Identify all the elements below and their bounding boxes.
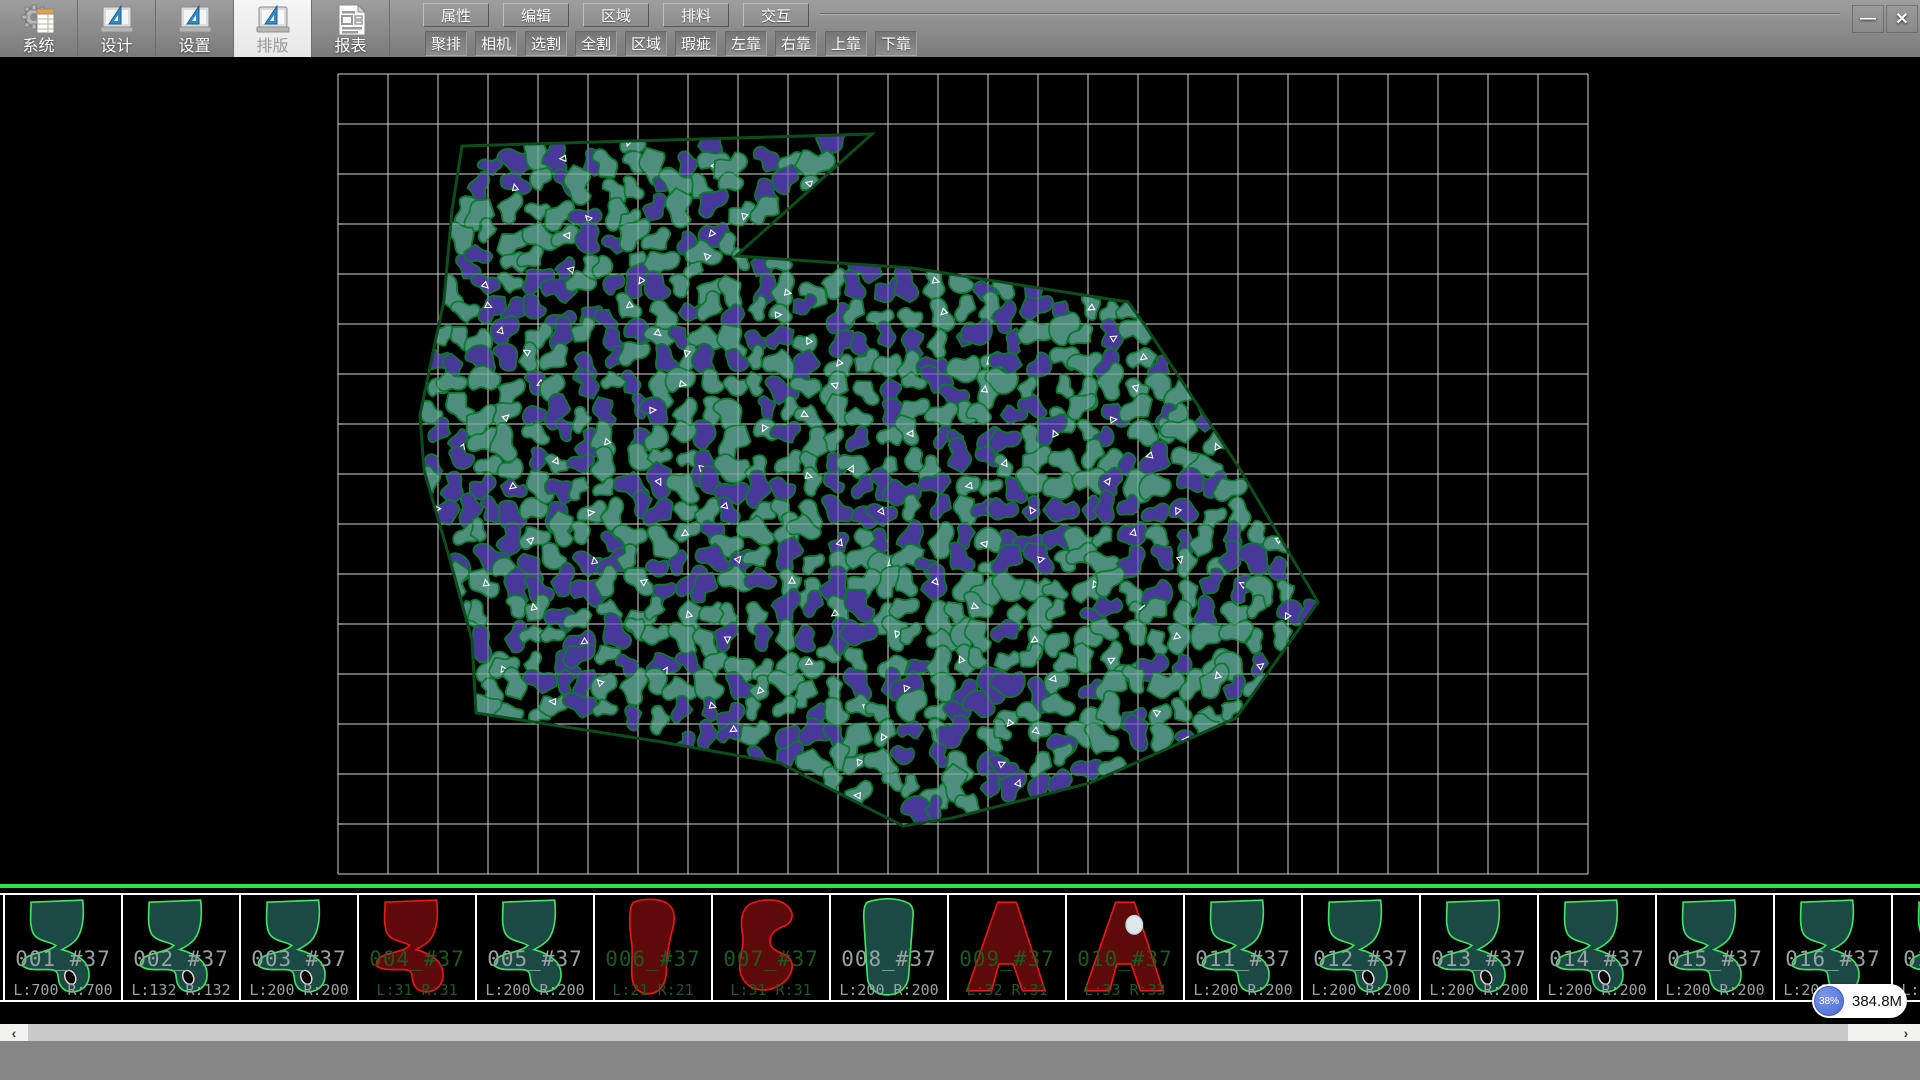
progress-percent-circle: 38% <box>1814 986 1844 1016</box>
piece-name: 011_#37 <box>1185 947 1301 971</box>
spreadsheet-icon <box>37 9 54 33</box>
piece-name: 008_#37 <box>831 947 947 971</box>
piece-thumbnail[interactable]: 001_#37 L:700 R:700 <box>3 895 121 1000</box>
piece-thumbnail[interactable]: 015_#37 L:200 R:200 <box>1655 895 1773 1000</box>
main-toolbar: 系统 设计 <box>0 0 1920 58</box>
scrollbar-thumb[interactable] <box>28 1024 1848 1041</box>
piece-name: 009_#37 <box>949 947 1065 971</box>
app-tab-label: 设置 <box>178 38 210 56</box>
piece-thumbnail[interactable]: 014_#37 L:200 R:200 <box>1537 895 1655 1000</box>
piece-name: 005_#37 <box>477 947 593 971</box>
piece-thumbnail[interactable]: 011_#37 L:200 R:200 <box>1183 895 1301 1000</box>
ribbon-button[interactable]: 选割 <box>525 31 567 56</box>
menu-tab-region[interactable]: 区域 <box>583 3 649 27</box>
piece-thumbnail[interactable]: 004_#37 L:31 R:31 <box>357 895 475 1000</box>
strip-top-line <box>0 884 1920 888</box>
piece-lr-count: L:200 R:200 <box>477 981 593 999</box>
app-tab-design[interactable]: 设计 <box>78 0 156 57</box>
ribbon-button[interactable]: 全割 <box>575 31 617 56</box>
piece-lr-count: L:31 R:31 <box>713 981 829 999</box>
piece-thumbnail[interactable]: 012_#37 L:200 R:200 <box>1301 895 1419 1000</box>
app-tab-settings[interactable]: 设置 <box>156 0 234 57</box>
piece-lr-count: L:33 R:33 <box>1067 981 1183 999</box>
piece-lr-count: L:132 R:132 <box>123 981 239 999</box>
piece-name: 006_#37 <box>595 947 711 971</box>
scroll-left-arrow-icon[interactable]: ‹ <box>0 1024 28 1041</box>
nesting-canvas-viewport[interactable] <box>0 57 1920 884</box>
piece-lr-count: L:200 R:200 <box>1185 981 1301 999</box>
progress-badge: 38% 384.8M <box>1812 984 1907 1018</box>
piece-thumbnail[interactable]: 013_#37 L:200 R:200 <box>1419 895 1537 1000</box>
piece-name: 014_#37 <box>1539 947 1655 971</box>
ribbon-button[interactable]: 瑕疵 <box>675 31 717 56</box>
piece-name: 004_#37 <box>359 947 475 971</box>
piece-name: 016_#37 <box>1775 947 1891 971</box>
menu-tab-nesting[interactable]: 排料 <box>663 3 729 27</box>
memory-value: 384.8M <box>1852 984 1902 1018</box>
nesting-canvas <box>0 57 1920 884</box>
piece-name: 007_#37 <box>713 947 829 971</box>
piece-thumbnail[interactable]: 007_#37 L:31 R:31 <box>711 895 829 1000</box>
piece-name: 015_#37 <box>1657 947 1773 971</box>
piece-list: 001_#37 L:700 R:700002_#37 L:132 R:132003_… <box>0 893 1920 1002</box>
piece-name: 013_#37 <box>1421 947 1537 971</box>
piece-thumbnail[interactable]: 002_#37 L:132 R:132 <box>121 895 239 1000</box>
piece-thumbnail[interactable]: 005_#37 L:200 R:200 <box>475 895 593 1000</box>
ribbon-button[interactable]: 上靠 <box>825 31 867 56</box>
ribbon-button[interactable]: 右靠 <box>775 31 817 56</box>
ribbon-button[interactable]: 左靠 <box>725 31 767 56</box>
piece-name: 017_#37 <box>1893 947 1920 971</box>
piece-lr-count: L:32 R:31 <box>949 981 1065 999</box>
ribbon-button[interactable]: 聚排 <box>425 31 467 56</box>
app-tab-label: 系统 <box>22 38 54 56</box>
menu-tab-properties[interactable]: 属性 <box>423 3 489 27</box>
design-ruler-icon <box>97 2 137 38</box>
minimize-button[interactable]: — <box>1852 5 1884 33</box>
system-gear-icon <box>19 2 59 38</box>
piece-lr-count: L:700 R:700 <box>5 981 121 999</box>
piece-thumbnail[interactable]: 008_#37 L:200 R:200 <box>829 895 947 1000</box>
piece-thumbnail[interactable]: 010_#37 L:33 R:33 <box>1065 895 1183 1000</box>
piece-lr-count: L:200 R:200 <box>1421 981 1537 999</box>
piece-name: 010_#37 <box>1067 947 1183 971</box>
ribbon-button[interactable]: 下靠 <box>875 31 917 56</box>
app-tab-label: 报表 <box>334 38 366 56</box>
toolbar-groove <box>820 13 1840 15</box>
piece-lr-count: L:200 R:200 <box>1539 981 1655 999</box>
piece-name: 012_#37 <box>1303 947 1419 971</box>
piece-name: 001_#37 <box>5 947 121 971</box>
piece-thumbnail[interactable]: 006_#37 L:21 R:21 <box>593 895 711 1000</box>
report-document-icon <box>331 2 371 38</box>
app-tab-label: 设计 <box>100 38 132 56</box>
app-tab-system[interactable]: 系统 <box>0 0 78 57</box>
app-tab-layout[interactable]: 排版 <box>234 0 312 57</box>
piece-lr-count: L:31 R:31 <box>359 981 475 999</box>
piece-thumbnail[interactable]: 009_#37 L:32 R:31 <box>947 895 1065 1000</box>
ribbon-button[interactable]: 相机 <box>475 31 517 56</box>
piece-lr-count: L:21 R:21 <box>595 981 711 999</box>
progress-percent: 38% <box>1819 996 1839 1007</box>
piece-thumbnail-strip: 001_#37 L:700 R:700002_#37 L:132 R:132003_… <box>0 884 1920 1024</box>
piece-lr-count: L:200 R:200 <box>241 981 357 999</box>
scroll-right-arrow-icon[interactable]: › <box>1892 1024 1920 1041</box>
status-bar <box>0 1041 1920 1080</box>
piece-name: 003_#37 <box>241 947 357 971</box>
layout-ruler-icon <box>253 2 293 38</box>
ribbon-button[interactable]: 区域 <box>625 31 667 56</box>
app-tab-label: 排版 <box>256 38 288 56</box>
horizontal-scrollbar[interactable]: ‹ › <box>0 1024 1920 1041</box>
piece-lr-count: L:200 R:200 <box>1657 981 1773 999</box>
app-tab-report[interactable]: 报表 <box>312 0 390 57</box>
piece-hole <box>1126 916 1142 935</box>
menu-tab-interact[interactable]: 交互 <box>743 3 809 27</box>
settings-ruler-icon <box>175 2 215 38</box>
menu-tab-edit[interactable]: 编辑 <box>503 3 569 27</box>
piece-lr-count: L:200 R:200 <box>1303 981 1419 999</box>
piece-thumbnail[interactable]: 003_#37 L:200 R:200 <box>239 895 357 1000</box>
piece-lr-count: L:200 R:200 <box>831 981 947 999</box>
application-window: 系统 设计 <box>0 0 1920 1080</box>
close-button[interactable]: ✕ <box>1886 5 1918 33</box>
piece-name: 002_#37 <box>123 947 239 971</box>
